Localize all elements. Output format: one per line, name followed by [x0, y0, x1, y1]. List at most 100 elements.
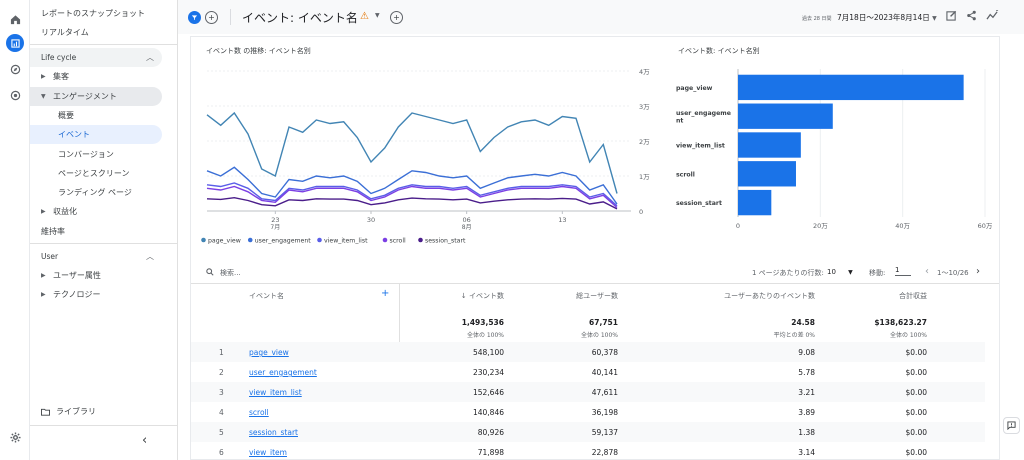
share-icon[interactable] [966, 10, 977, 24]
sidebar-item-overview[interactable]: 概要 [30, 106, 162, 125]
x-tick-label: 06 [463, 216, 471, 224]
reports-icon[interactable] [6, 34, 24, 52]
y-tick-label: 1万 [639, 173, 650, 181]
prev-page-button[interactable]: ‹ [925, 266, 929, 277]
revenue-cell: $0.00 [905, 368, 927, 377]
table-row[interactable]: 4 scroll 140,846 36,198 3.89 $0.00 [191, 402, 985, 422]
sidebar-item-snapshot[interactable]: レポートのスナップショット [30, 4, 162, 23]
add-dimension-button[interactable]: + [381, 288, 389, 299]
column-header-total-revenue[interactable]: 合計収益 [871, 291, 927, 301]
event-name-link[interactable]: view_item_list [249, 388, 302, 397]
sidebar-item-user-attributes[interactable]: ▶ ユーザー属性 [30, 266, 162, 285]
date-range-picker[interactable]: 7月18日〜2023年8月14日 ▼ [837, 12, 937, 23]
column-header-events-per-user[interactable]: ユーザーあたりのイベント数 [703, 291, 815, 301]
table-row[interactable]: 5 session_start 80,926 59,137 1.38 $0.00 [191, 422, 985, 442]
event-name-link[interactable]: page_view [249, 348, 289, 357]
event-name-link[interactable]: session_start [249, 428, 298, 437]
y-tick-label: 0 [639, 208, 643, 216]
add-comparison-button[interactable]: + [390, 11, 403, 24]
warning-icon[interactable]: ⚠ [360, 11, 369, 22]
sidebar-item-label: 維持率 [41, 227, 65, 236]
total-users-cell: 59,137 [591, 428, 618, 437]
events-per-user-cell: 9.08 [798, 348, 815, 357]
event-name-link[interactable]: view_item [249, 448, 287, 457]
section-label: Life cycle [41, 53, 77, 62]
goto-label: 移動: [869, 269, 886, 277]
table-row[interactable]: 1 page_view 548,100 60,378 9.08 $0.00 [191, 342, 985, 362]
legend-marker [247, 237, 253, 243]
sidebar-item-conversions[interactable]: コンバージョン [30, 145, 162, 164]
y-tick-label: 3万 [639, 103, 650, 111]
sidebar-item-label: コンバージョン [58, 150, 114, 159]
event-count-cell: 71,898 [477, 448, 504, 457]
insights-icon[interactable] [986, 9, 999, 24]
collapse-sidebar-button[interactable]: ‹ [142, 433, 147, 448]
x-tick-label: 30 [367, 216, 375, 224]
rows-per-page-select[interactable]: 10 ▼ [827, 268, 853, 276]
report-content: イベント数 の推移: イベント名別 0 1万 2万 3万 4万 23 7月 30 06 8月 13 p… [190, 36, 1000, 460]
row-index: 5 [219, 428, 224, 437]
chevron-down-icon[interactable]: ▼ [375, 12, 380, 19]
row-index: 6 [219, 448, 224, 457]
sidebar-item-acquisition[interactable]: ▶ 集客 [30, 67, 162, 86]
sidebar-item-label: イベント [58, 130, 90, 139]
total-users-cell: 36,198 [591, 408, 618, 417]
filter-icon[interactable] [188, 11, 201, 24]
table-row[interactable]: 2 user_engagement 230,234 40,141 5.78 $0.00 [191, 362, 985, 382]
column-header-total-users[interactable]: 総ユーザー数 [551, 291, 618, 301]
chevron-up-icon: ︿ [146, 53, 154, 62]
divider [30, 44, 178, 45]
column-header-event-count[interactable]: ↓ イベント数 [446, 291, 504, 301]
search-input[interactable]: 検索... [220, 268, 241, 278]
section-label: User [41, 252, 59, 261]
total-users: 67,751 [589, 318, 618, 327]
advertising-icon[interactable] [6, 86, 24, 104]
sidebar-item-monetization[interactable]: ▶ 収益化 [30, 202, 162, 221]
sidebar-item-label: ページとスクリーン [58, 169, 130, 178]
table-row[interactable]: 3 view_item_list 152,646 47,611 3.21 $0.00 [191, 382, 985, 402]
divider [399, 283, 400, 343]
sidebar-item-realtime[interactable]: リアルタイム [30, 23, 162, 42]
legend-marker [317, 237, 322, 243]
sidebar-item-library[interactable]: ライブラリ [30, 402, 162, 421]
sidebar-item-retention[interactable]: 維持率 [30, 222, 162, 241]
goto-input[interactable]: 1 [895, 266, 911, 276]
feedback-icon[interactable] [1003, 417, 1020, 434]
explore-icon[interactable] [6, 60, 24, 78]
event-name-link[interactable]: scroll [249, 408, 269, 417]
bar-category-label: scroll [676, 171, 695, 178]
bar-page_view [738, 74, 964, 101]
sidebar-item-engagement[interactable]: ▼ エンゲージメント [30, 87, 162, 106]
revenue-cell: $0.00 [905, 448, 927, 457]
edit-icon[interactable] [946, 10, 957, 24]
nav-rail [0, 0, 30, 460]
table-row[interactable]: 6 view_item 71,898 22,878 3.14 $0.00 [191, 442, 985, 460]
sidebar-item-events[interactable]: イベント [30, 125, 162, 144]
legend-label: view_item_list [324, 238, 368, 245]
y-tick-label: 2万 [639, 138, 650, 146]
bar-session_start [738, 189, 772, 216]
x-tick-label: 13 [558, 216, 566, 224]
total-users-cell: 47,611 [591, 388, 618, 397]
sidebar-item-landing-page[interactable]: ランディング ページ [30, 183, 162, 202]
line-chart-title: イベント数 の推移: イベント名別 [206, 47, 311, 55]
date-range-prefix: 過去 28 日間 [802, 16, 832, 22]
total-users-cell: 22,878 [591, 448, 618, 457]
event-name-link[interactable]: user_engagement [249, 368, 317, 377]
sidebar: レポートのスナップショット リアルタイム Life cycle ︿ ▶ 集客 ▼ エ… [30, 0, 178, 460]
settings-icon[interactable] [6, 428, 24, 446]
home-icon[interactable] [6, 10, 24, 28]
sidebar-item-technology[interactable]: ▶ テクノロジー [30, 285, 162, 304]
sidebar-item-pages-screens[interactable]: ページとスクリーン [30, 164, 162, 183]
legend-label: page_view [208, 238, 241, 245]
next-page-button[interactable]: › [976, 266, 980, 277]
bar-category-label: view_item_list [676, 143, 725, 150]
total-revenue-share: 全体の 100% [889, 332, 927, 339]
sidebar-item-label: ユーザー属性 [53, 271, 101, 280]
section-user[interactable]: User ︿ [30, 247, 162, 266]
add-icon[interactable]: + [205, 11, 218, 24]
section-life-cycle[interactable]: Life cycle ︿ [30, 48, 162, 67]
row-index: 3 [219, 388, 224, 397]
sidebar-item-label: ランディング ページ [58, 188, 132, 197]
column-header-event-name[interactable]: イベント名 [249, 291, 284, 301]
